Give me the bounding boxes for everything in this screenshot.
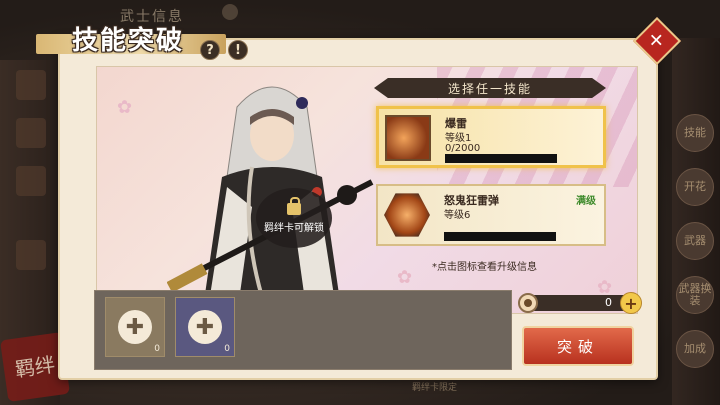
title-area: 技能突破	[36, 18, 226, 62]
material-area: ✚ 0 ✚ 0	[94, 290, 512, 370]
max-level-badge: 满级	[576, 196, 596, 207]
skill-progress-bar	[444, 232, 556, 241]
tab-bonus[interactable]: 加成	[676, 330, 714, 368]
help-button[interactable]: ?	[200, 40, 220, 60]
samurai-character-art	[167, 86, 374, 313]
lock-icon	[287, 196, 301, 215]
info-button[interactable]: !	[228, 40, 248, 60]
tab-weapon[interactable]: 武器	[676, 222, 714, 260]
background-bottom-label: 羁绊卡限定	[412, 383, 458, 393]
close-icon: ✕	[649, 30, 665, 52]
thunder-skill-icon[interactable]	[385, 115, 431, 161]
unlock-label: 羁绊卡可解锁	[264, 222, 324, 234]
background-icon	[16, 70, 46, 100]
blossom-decor-icon: ✿	[397, 267, 413, 288]
cross-emblem-icon: ✚	[118, 310, 152, 344]
skill-card-thunder[interactable]: 爆雷 等级1 0/2000	[376, 106, 606, 168]
demon-thunder-skill-icon[interactable]	[384, 193, 430, 237]
background-icon	[16, 240, 46, 270]
right-side-tabs: 技能 开花 武器 武器换装 加成	[672, 38, 720, 405]
skill-progress: 0/2000	[445, 143, 481, 154]
background-icon	[16, 118, 46, 148]
blossom-decor-icon: ✿	[117, 97, 133, 118]
material-count: 0	[224, 344, 230, 354]
cross-emblem-icon: ✚	[188, 310, 222, 344]
tab-bloom[interactable]: 开花	[676, 168, 714, 206]
tab-skill[interactable]: 技能	[676, 114, 714, 152]
skill-progress-bar	[445, 154, 557, 163]
quantity-stepper: 0 +	[518, 292, 642, 314]
background-help-icon	[222, 4, 238, 20]
skill-level: 等级6	[444, 210, 471, 221]
quantity-value: 0	[605, 296, 612, 309]
skill-level: 等级1	[445, 133, 472, 144]
material-count: 0	[154, 344, 160, 354]
break-button[interactable]: 突破	[522, 326, 634, 366]
tab-weapon-skin[interactable]: 武器换装	[676, 276, 714, 314]
bond-card-unlock-badge[interactable]: 羁绊卡可解锁	[256, 188, 332, 248]
page-title: 技能突破	[72, 26, 185, 56]
material-slot[interactable]: ✚ 0	[105, 297, 165, 357]
material-slot[interactable]: ✚ 0	[175, 297, 235, 357]
upgrade-hint: *点击图标查看升级信息	[432, 262, 537, 273]
skill-select-header: 选择任一技能	[374, 78, 606, 98]
coin-icon	[518, 293, 538, 313]
skill-card-demon-thunder[interactable]: 怒鬼狂雷弹 等级6 满级	[376, 184, 606, 246]
add-button[interactable]: +	[620, 292, 642, 314]
background-icon	[16, 166, 46, 196]
